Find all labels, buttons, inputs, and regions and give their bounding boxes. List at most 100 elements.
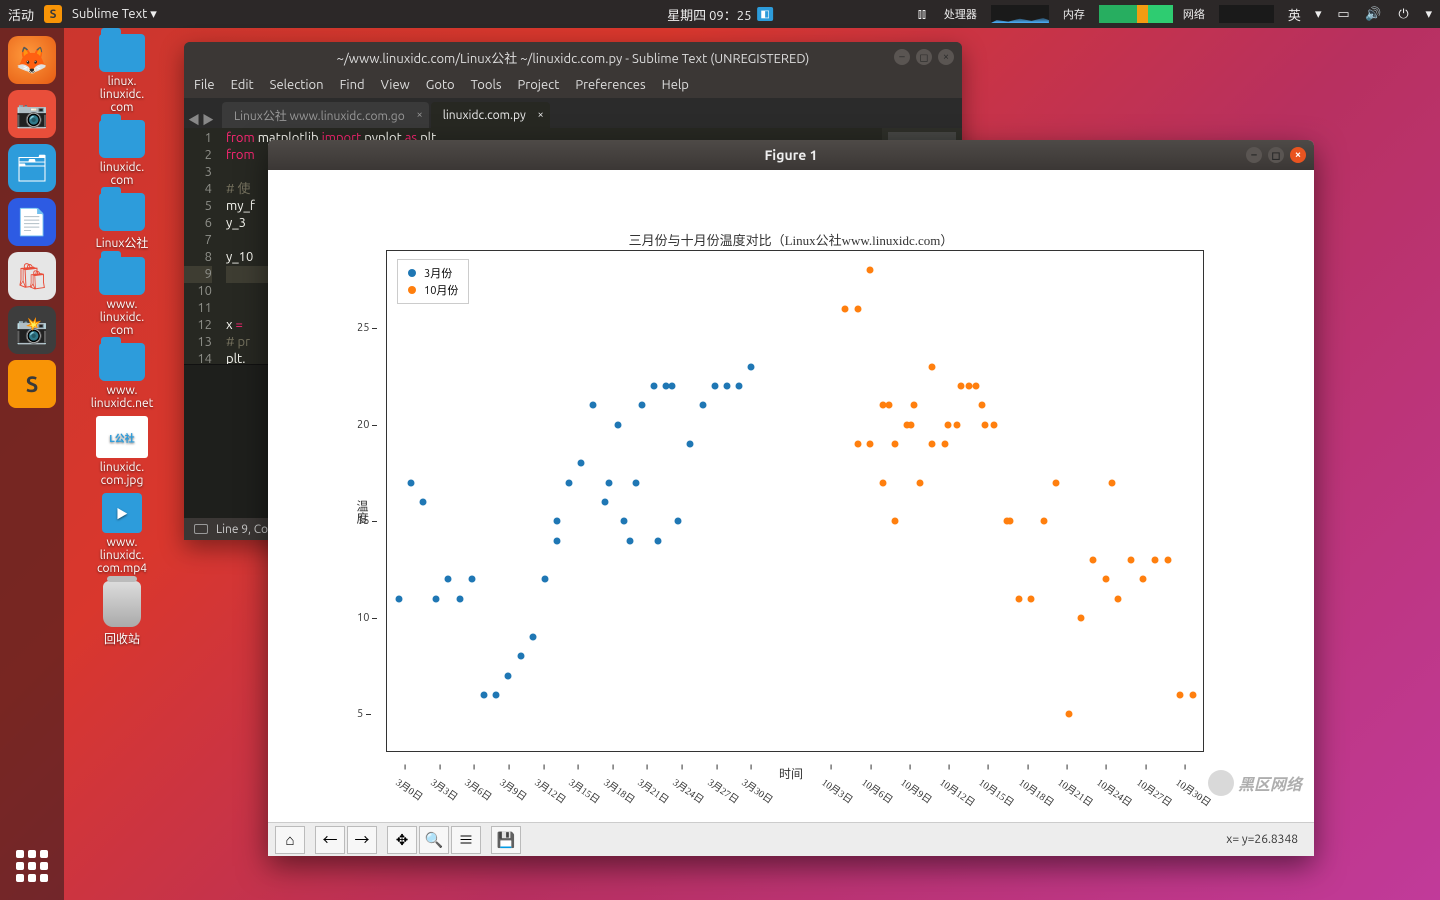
data-marker (620, 518, 627, 525)
data-marker (687, 441, 694, 448)
screenshot-icon[interactable]: 📷 (8, 90, 56, 138)
panel-switcher-icon[interactable] (194, 524, 208, 534)
save-icon[interactable]: 💾 (491, 826, 521, 854)
coord-readout: x= y=26.8348 (1226, 833, 1308, 846)
figure-canvas[interactable]: 三月份与十月份温度对比（Linux公社www.linuxidc.com） 温度 … (268, 170, 1314, 822)
figure-title: Figure 1 (764, 147, 817, 163)
menu-selection[interactable]: Selection (270, 78, 324, 92)
desktop-item[interactable]: Linux公社 (72, 193, 172, 251)
menu-goto[interactable]: Goto (426, 78, 455, 92)
desktop-icons: linux. linuxidc. comlinuxidc. com Linux公社… (72, 34, 172, 647)
figure-titlebar[interactable]: Figure 1 – ◻ × (268, 140, 1314, 170)
tab-prev-icon[interactable]: ◀ (188, 111, 200, 128)
desktop-item-label: Linux公社 (96, 234, 149, 251)
home-icon[interactable]: ⌂ (275, 826, 305, 854)
system-dropdown-icon[interactable]: ▾ (1425, 7, 1432, 22)
menu-tools[interactable]: Tools (471, 78, 502, 92)
clock[interactable]: 星期四 09：25 (667, 5, 751, 24)
data-marker (602, 499, 609, 506)
data-marker (1040, 518, 1047, 525)
desktop-item[interactable]: L公社linuxidc. com.jpg (72, 416, 172, 487)
menu-project[interactable]: Project (518, 78, 560, 92)
data-marker (456, 595, 463, 602)
menu-preferences[interactable]: Preferences (575, 78, 645, 92)
tab-close-icon[interactable]: × (538, 109, 544, 121)
show-apps-icon[interactable] (12, 846, 52, 886)
data-marker (910, 402, 917, 409)
desktop-item[interactable]: linux. linuxidc. com (72, 34, 172, 114)
activities-button[interactable]: 活动 (8, 5, 34, 24)
menu-file[interactable]: File (194, 78, 215, 92)
tab-label: linuxidc.com.py (443, 109, 526, 122)
desktop-item[interactable]: www. linuxidc.net (72, 343, 172, 410)
desktop-item[interactable]: 回收站 (72, 581, 172, 647)
net-meter[interactable] (1219, 5, 1274, 23)
menu-view[interactable]: View (381, 78, 410, 92)
net-label: 网络 (1183, 6, 1205, 22)
data-marker (891, 518, 898, 525)
document-icon[interactable]: 📄 (8, 198, 56, 246)
power-icon[interactable]: ⏻ (1395, 6, 1411, 22)
cpu-meter[interactable] (991, 5, 1049, 23)
pan-icon[interactable]: ✥ (387, 826, 417, 854)
data-marker (1053, 479, 1060, 486)
data-marker (626, 537, 633, 544)
close-icon[interactable]: × (1290, 147, 1306, 163)
data-marker (614, 421, 621, 428)
subplots-icon[interactable]: ≡ (451, 826, 481, 854)
zoom-icon[interactable]: 🔍 (419, 826, 449, 854)
data-marker (929, 441, 936, 448)
data-marker (481, 692, 488, 699)
files-icon[interactable]: 🗂 (8, 144, 56, 192)
chart-indicator-icon[interactable]: ⫾⫾ (914, 6, 930, 22)
sublime-icon[interactable]: S (8, 360, 56, 408)
menu-edit[interactable]: Edit (231, 78, 254, 92)
notification-icon[interactable]: ◧ (757, 7, 772, 21)
ime-indicator[interactable]: 英 (1288, 5, 1301, 24)
app-menu[interactable]: Sublime Text ▾ (72, 7, 157, 22)
desktop-item[interactable]: ▶www. linuxidc. com.mp4 (72, 493, 172, 575)
ime-dropdown-icon[interactable]: ▾ (1315, 7, 1322, 22)
x-axis-label: 时间 (268, 765, 1314, 782)
data-marker (891, 441, 898, 448)
editor-tab[interactable]: linuxidc.com.py × (431, 102, 550, 128)
mem-meter[interactable] (1099, 5, 1169, 23)
tab-next-icon[interactable]: ▶ (202, 111, 214, 128)
data-marker (468, 576, 475, 583)
data-marker (885, 402, 892, 409)
legend-label: 10月份 (424, 282, 458, 298)
data-marker (854, 441, 861, 448)
camera-icon[interactable]: 📸 (8, 306, 56, 354)
top-panel: 活动 S Sublime Text ▾ 星期四 09：25 ◧ ⫾⫾ 处理器 内… (0, 0, 1440, 28)
minimize-icon[interactable]: – (1246, 147, 1262, 163)
desktop-item[interactable]: www. linuxidc. com (72, 257, 172, 337)
data-marker (916, 479, 923, 486)
desktop-item-label: 回收站 (104, 630, 140, 647)
sublime-title: ~/www.linuxidc.com/Linux公社 ~/linuxidc.co… (337, 48, 810, 67)
sublime-titlebar[interactable]: ~/www.linuxidc.com/Linux公社 ~/linuxidc.co… (184, 42, 962, 72)
data-marker (1127, 556, 1134, 563)
volume-icon[interactable]: 🔊 (1365, 6, 1381, 22)
line-gutter: 1234567891011121314 (184, 128, 220, 364)
menu-find[interactable]: Find (340, 78, 365, 92)
firefox-icon[interactable]: 🦊 (8, 36, 56, 84)
data-marker (1177, 692, 1184, 699)
chart-title: 三月份与十月份温度对比（Linux公社www.linuxidc.com） (268, 230, 1314, 249)
software-icon[interactable]: 🛍 (8, 252, 56, 300)
minimize-icon[interactable]: – (894, 49, 910, 65)
desktop-item[interactable]: linuxidc. com (72, 120, 172, 187)
forward-icon[interactable]: → (347, 826, 377, 854)
desktop-item-label: www. linuxidc. com.mp4 (97, 536, 147, 575)
menu-help[interactable]: Help (662, 78, 689, 92)
data-marker (651, 383, 658, 390)
close-icon[interactable]: × (938, 49, 954, 65)
back-icon[interactable]: ← (315, 826, 345, 854)
data-marker (553, 537, 560, 544)
network-icon[interactable]: ▭ (1335, 6, 1351, 22)
maximize-icon[interactable]: ◻ (1268, 147, 1284, 163)
editor-tab[interactable]: Linux公社 www.linuxidc.com.go× (222, 102, 429, 128)
data-marker (505, 672, 512, 679)
cursor-position: Line 9, Co (216, 523, 268, 536)
tab-close-icon[interactable]: × (417, 109, 423, 121)
maximize-icon[interactable]: ◻ (916, 49, 932, 65)
